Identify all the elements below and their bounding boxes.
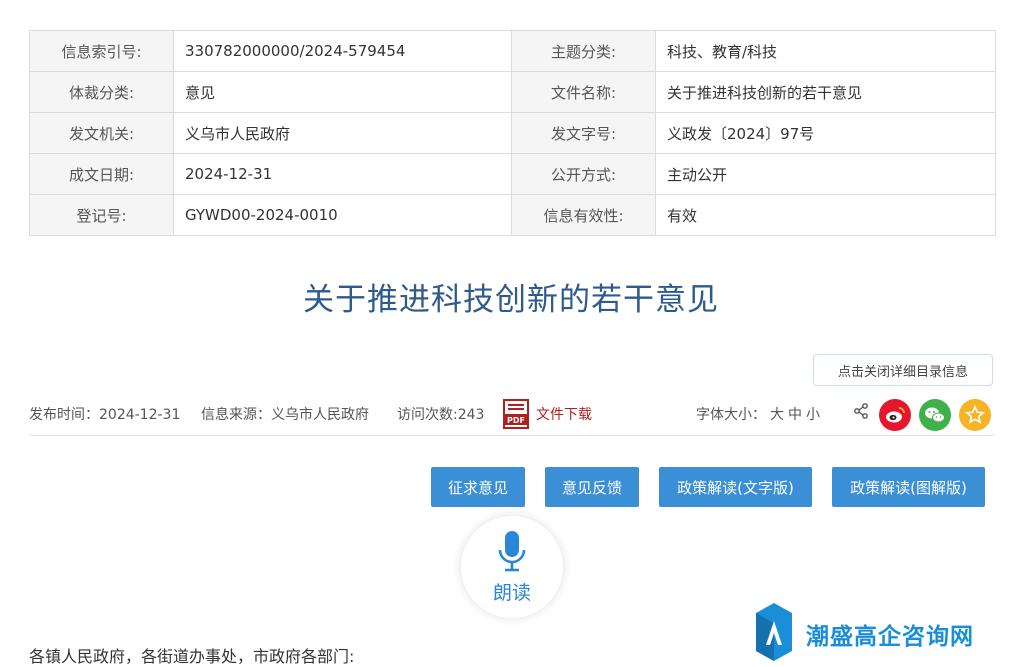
registration-label: 登记号: xyxy=(29,194,174,236)
publish-time: 发布时间：2024-12-31 xyxy=(29,407,181,423)
date-value: 2024-12-31 xyxy=(173,153,512,195)
weibo-icon xyxy=(886,407,905,423)
disclosure-label: 公开方式: xyxy=(511,153,656,195)
document-salutation: 各镇人民政府，各街道办事处，市政府各部门: xyxy=(29,647,355,666)
disclosure-value: 主动公开 xyxy=(655,153,996,195)
issuer-label: 发文机关: xyxy=(29,112,174,154)
info-source: 信息来源：义乌市人民政府 xyxy=(201,407,369,423)
feedback-button[interactable]: 意见反馈 xyxy=(545,467,639,507)
table-row: 体裁分类: 意见 文件名称: 关于推进科技创新的若干意见 xyxy=(29,71,996,113)
pdf-icon-text: PDF xyxy=(507,416,525,425)
table-row: 信息索引号: 330782000000/2024-579454 主题分类: 科技… xyxy=(29,30,996,72)
validity-label: 信息有效性: xyxy=(511,194,656,236)
page-title: 关于推进科技创新的若干意见 xyxy=(303,282,719,318)
index-number-value: 330782000000/2024-579454 xyxy=(173,30,512,72)
metadata-table: 信息索引号: 330782000000/2024-579454 主题分类: 科技… xyxy=(29,30,996,236)
policy-graphic-interpretation-button[interactable]: 政策解读(图解版) xyxy=(832,467,985,507)
table-row: 发文机关: 义乌市人民政府 发文字号: 义政发〔2024〕97号 xyxy=(29,112,996,154)
wechat-share-button[interactable] xyxy=(919,399,951,431)
issuer-value: 义乌市人民政府 xyxy=(173,112,512,154)
weibo-share-button[interactable] xyxy=(879,399,911,431)
validity-value: 有效 xyxy=(655,194,996,236)
microphone-icon xyxy=(498,531,526,572)
genre-label: 体裁分类: xyxy=(29,71,174,113)
topic-value: 科技、教育/科技 xyxy=(655,30,996,72)
info-bar: 发布时间：2024-12-31 信息来源：义乌市人民政府 访问次数:243 PD… xyxy=(29,397,995,436)
watermark-logo-icon xyxy=(756,603,792,661)
favorite-button[interactable] xyxy=(959,399,991,431)
index-number-label: 信息索引号: xyxy=(29,30,174,72)
table-row: 登记号: GYWD00-2024-0010 信息有效性: 有效 xyxy=(29,194,996,236)
policy-text-interpretation-button[interactable]: 政策解读(文字版) xyxy=(659,467,812,507)
pdf-icon[interactable]: PDF xyxy=(502,399,530,429)
date-label: 成文日期: xyxy=(29,153,174,195)
filename-label: 文件名称: xyxy=(511,71,656,113)
watermark: 潮盛高企咨询网 xyxy=(752,603,982,661)
topic-label: 主题分类: xyxy=(511,30,656,72)
star-icon xyxy=(965,405,985,424)
wechat-icon xyxy=(925,407,945,423)
genre-value: 意见 xyxy=(173,71,512,113)
read-aloud-button[interactable]: 朗读 xyxy=(461,516,563,618)
doc-number-value: 义政发〔2024〕97号 xyxy=(655,112,996,154)
file-download-link[interactable]: 文件下载 xyxy=(536,404,592,424)
table-row: 成文日期: 2024-12-31 公开方式: 主动公开 xyxy=(29,153,996,195)
watermark-text: 潮盛高企咨询网 xyxy=(806,623,974,650)
font-size-control: 字体大小：大中小 xyxy=(696,404,820,424)
toggle-details-button[interactable]: 点击关闭详细目录信息 xyxy=(813,354,993,386)
registration-value: GYWD00-2024-0010 xyxy=(173,194,512,236)
font-large-button[interactable]: 大 xyxy=(770,407,784,423)
filename-value: 关于推进科技创新的若干意见 xyxy=(655,71,996,113)
font-small-button[interactable]: 小 xyxy=(806,407,820,423)
font-size-label: 字体大小： xyxy=(696,407,766,423)
share-icon[interactable] xyxy=(853,403,869,419)
doc-number-label: 发文字号: xyxy=(511,112,656,154)
visit-count: 访问次数:243 xyxy=(397,407,485,423)
font-medium-button[interactable]: 中 xyxy=(788,407,802,423)
solicit-opinions-button[interactable]: 征求意见 xyxy=(431,467,525,507)
read-aloud-label: 朗读 xyxy=(492,582,531,604)
